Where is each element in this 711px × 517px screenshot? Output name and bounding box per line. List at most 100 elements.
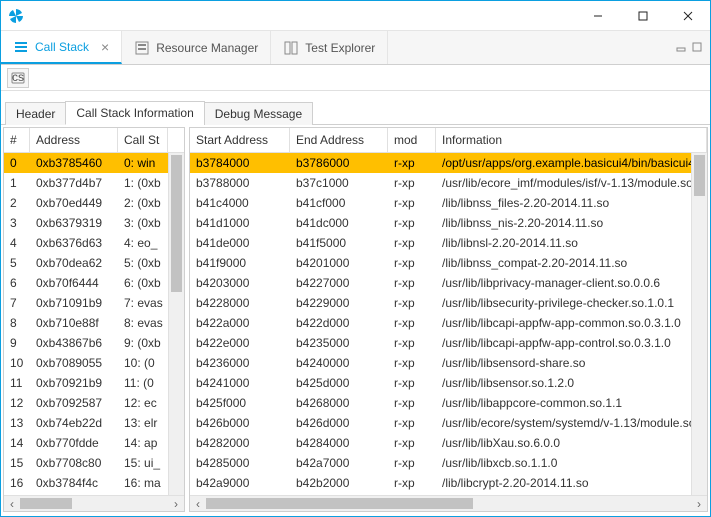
scroll-left-icon[interactable]: ‹ <box>4 496 20 512</box>
table-row[interactable]: 170xb774414817: (0x <box>4 493 184 495</box>
column-header[interactable]: End Address <box>290 128 388 152</box>
view-tab-label: Call Stack <box>35 40 89 54</box>
scroll-right-icon[interactable]: › <box>691 496 707 512</box>
minimize-view-icon[interactable] <box>676 41 686 55</box>
scrollbar-thumb[interactable] <box>206 498 473 509</box>
column-header[interactable]: mod <box>388 128 436 152</box>
close-tab-icon[interactable]: × <box>101 40 109 54</box>
close-button[interactable] <box>665 1 710 30</box>
memory-map-pane: Start AddressEnd AddressmodInformation b… <box>189 127 708 512</box>
table-row[interactable]: 20xb70ed4492: (0xb <box>4 193 184 213</box>
horizontal-scrollbar[interactable]: ‹ › <box>4 495 184 511</box>
vertical-scrollbar[interactable] <box>691 153 707 495</box>
scroll-track[interactable] <box>206 496 691 511</box>
table-row[interactable]: 150xb7708c8015: ui_ <box>4 453 184 473</box>
scroll-track[interactable] <box>20 496 168 511</box>
table-row[interactable]: 70xb71091b97: evas <box>4 293 184 313</box>
column-header[interactable]: Information <box>436 128 707 152</box>
cell: /lib/libnss_compat-2.20-2014.11.so <box>436 256 707 270</box>
table-row[interactable]: b3788000b37c1000r-xp/usr/lib/ecore_imf/m… <box>190 173 707 193</box>
table-row[interactable]: 80xb710e88f8: evas <box>4 313 184 333</box>
view-tab-aux-icons <box>676 31 710 64</box>
column-header[interactable]: Call St <box>118 128 168 152</box>
cell: 0xb6379319 <box>30 216 118 230</box>
table-row[interactable]: b4236000b4240000r-xp/usr/lib/libsensord-… <box>190 353 707 373</box>
cell: /usr/lib/libxcb.so.1.1.0 <box>436 456 707 470</box>
table-row[interactable]: b42db000b42dd000r-xp/usr/lib/libiri.so <box>190 493 707 495</box>
cell: r-xp <box>388 336 436 350</box>
cell: r-xp <box>388 216 436 230</box>
column-header[interactable]: Start Address <box>190 128 290 152</box>
cell: 0xb7708c80 <box>30 456 118 470</box>
cell: 12: ec <box>118 396 168 410</box>
table-row[interactable]: b41f9000b4201000r-xp/lib/libnss_compat-2… <box>190 253 707 273</box>
view-tab-test-explorer[interactable]: Test Explorer <box>271 31 388 64</box>
column-header[interactable]: Address <box>30 128 118 152</box>
table-row[interactable]: 160xb3784f4c16: ma <box>4 473 184 493</box>
table-row[interactable]: b3784000b3786000r-xp/opt/usr/apps/org.ex… <box>190 153 707 173</box>
table-row[interactable]: b4228000b4229000r-xp/usr/lib/libsecurity… <box>190 293 707 313</box>
maximize-button[interactable] <box>620 1 665 30</box>
cs-tool-button[interactable]: cs <box>7 68 29 88</box>
cell: r-xp <box>388 436 436 450</box>
cell: b4282000 <box>190 436 290 450</box>
table-row[interactable]: 110xb70921b911: (0 <box>4 373 184 393</box>
table-row[interactable]: b422e000b4235000r-xp/usr/lib/libcapi-app… <box>190 333 707 353</box>
cell: 5: (0xb <box>118 256 168 270</box>
cell: b425d000 <box>290 376 388 390</box>
cell: b41de000 <box>190 236 290 250</box>
vertical-scrollbar[interactable] <box>168 153 184 495</box>
table-row[interactable]: b41c4000b41cf000r-xp/lib/libnss_files-2.… <box>190 193 707 213</box>
cell: 0xb70ed449 <box>30 196 118 210</box>
table-row[interactable]: b4203000b4227000r-xp/usr/lib/libprivacy-… <box>190 273 707 293</box>
table-row[interactable]: 100xb708905510: (0 <box>4 353 184 373</box>
table-row[interactable]: 40xb6376d634: eo_ <box>4 233 184 253</box>
table-row[interactable]: 60xb70f64446: (0xb <box>4 273 184 293</box>
table-row[interactable]: b422a000b422d000r-xp/usr/lib/libcapi-app… <box>190 313 707 333</box>
minimize-button[interactable] <box>575 1 620 30</box>
cell: 1: (0xb <box>118 176 168 190</box>
cell: 16 <box>4 476 30 490</box>
subtab-debug-message[interactable]: Debug Message <box>204 102 313 125</box>
view-tab-resource-manager[interactable]: Resource Manager <box>122 31 271 64</box>
table-row[interactable]: 140xb770fdde14: ap <box>4 433 184 453</box>
scroll-right-icon[interactable]: › <box>168 496 184 512</box>
cell: b41c4000 <box>190 196 290 210</box>
maximize-view-icon[interactable] <box>692 41 702 55</box>
subtab-header[interactable]: Header <box>5 102 66 125</box>
table-row[interactable]: b425f000b4268000r-xp/usr/lib/libappcore-… <box>190 393 707 413</box>
table-row[interactable]: 00xb37854600: win <box>4 153 184 173</box>
cell: 0xb7092587 <box>30 396 118 410</box>
pinwheel-icon <box>7 7 25 25</box>
table-row[interactable]: b41de000b41f5000r-xp/lib/libnsl-2.20-201… <box>190 233 707 253</box>
table-row[interactable]: b41d1000b41dc000r-xp/lib/libnss_nis-2.20… <box>190 213 707 233</box>
column-header[interactable]: # <box>4 128 30 152</box>
cell: 3 <box>4 216 30 230</box>
scrollbar-thumb[interactable] <box>694 155 705 196</box>
table-row[interactable]: 90xb43867b69: (0xb <box>4 333 184 353</box>
table-row[interactable]: 30xb63793193: (0xb <box>4 213 184 233</box>
cell: 3: (0xb <box>118 216 168 230</box>
cell: 0xb3785460 <box>30 156 118 170</box>
table-row[interactable]: 50xb70dea625: (0xb <box>4 253 184 273</box>
horizontal-scrollbar[interactable]: ‹ › <box>190 495 707 511</box>
subtab-call-stack-information[interactable]: Call Stack Information <box>65 101 204 125</box>
cell: b42a9000 <box>190 476 290 490</box>
cell: r-xp <box>388 236 436 250</box>
table-row[interactable]: b4285000b42a7000r-xp/usr/lib/libxcb.so.1… <box>190 453 707 473</box>
table-row[interactable]: b42a9000b42b2000r-xp/lib/libcrypt-2.20-2… <box>190 473 707 493</box>
app-window: Call Stack × Resource ManagerTest Explorer… <box>0 0 711 517</box>
scroll-left-icon[interactable]: ‹ <box>190 496 206 512</box>
table-row[interactable]: b4241000b425d000r-xp/usr/lib/libsensor.s… <box>190 373 707 393</box>
table-row[interactable]: 120xb709258712: ec <box>4 393 184 413</box>
titlebar[interactable] <box>1 1 710 31</box>
table-row[interactable]: b4282000b4284000r-xp/usr/lib/libXau.so.6… <box>190 433 707 453</box>
scrollbar-thumb[interactable] <box>171 155 182 292</box>
table-row[interactable]: 10xb377d4b71: (0xb <box>4 173 184 193</box>
table-row[interactable]: 130xb74eb22d13: elr <box>4 413 184 433</box>
table-row[interactable]: b426b000b426d000r-xp/usr/lib/ecore/syste… <box>190 413 707 433</box>
cell: b422a000 <box>190 316 290 330</box>
view-tab-call-stack[interactable]: Call Stack × <box>1 31 122 64</box>
scrollbar-thumb[interactable] <box>20 498 72 509</box>
cell: 4 <box>4 236 30 250</box>
